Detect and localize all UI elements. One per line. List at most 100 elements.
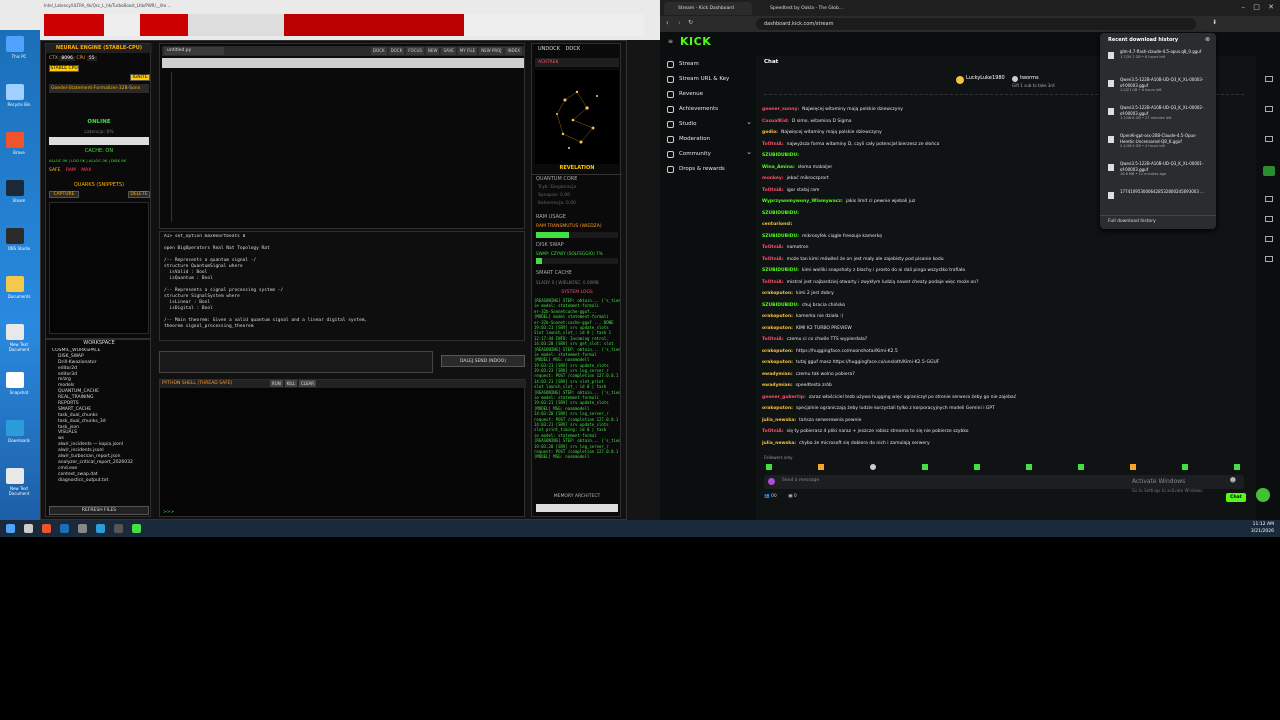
quarks-list[interactable]: [49, 202, 149, 334]
delete-button[interactable]: DELETE: [128, 191, 150, 198]
chat-message[interactable]: gooner_sunny: Najwięcej witaminy mają pol…: [762, 104, 1122, 115]
nav-item[interactable]: Community ⌄: [667, 148, 752, 161]
prompt-input[interactable]: [159, 351, 433, 373]
chat-message[interactable]: gooner_gubertip: zaraz właściciel tezb uż…: [762, 392, 1122, 403]
emote-icon[interactable]: [1026, 464, 1032, 470]
chat-username[interactable]: ToOtniA:: [762, 257, 784, 262]
nav-item[interactable]: Revenue: [667, 88, 752, 101]
chat-message[interactable]: SZUBIDUBIDU: chuj bracia chińsko: [762, 300, 1122, 311]
chat-username[interactable]: SZUBIDUBIDU:: [762, 303, 799, 308]
desktop-icon[interactable]: [6, 324, 24, 340]
chat-message[interactable]: monkey: jebać mikroczprort: [762, 173, 1122, 184]
taskbar-clock[interactable]: 11:12 AM 3/21/2026: [1251, 521, 1274, 535]
toolbar-icon[interactable]: [1265, 196, 1273, 202]
download-icon[interactable]: ⬇: [1212, 19, 1217, 26]
terminal-icon[interactable]: [96, 524, 105, 533]
emote-icon[interactable]: [1234, 464, 1240, 470]
chat-message[interactable]: orakoputon: KIMI K2 TURBO PREVIEW: [762, 323, 1122, 334]
chat-message[interactable]: Wyprzywomywony_Wlamywacz: jakis limit ci …: [762, 196, 1122, 207]
close-icon[interactable]: ✕: [1268, 3, 1274, 11]
nav-item[interactable]: Stream: [667, 58, 752, 71]
chat-message[interactable]: orakoputon: https://huggingface.co/moonsh…: [762, 346, 1122, 357]
emote-icon[interactable]: [1130, 464, 1136, 470]
chat-username[interactable]: orakoputon:: [762, 406, 793, 411]
editor-toolbar-button[interactable]: SAVE: [441, 47, 456, 55]
chat-message[interactable]: ewadymian: speedtesta zrób: [762, 380, 1122, 391]
toolbar-icon[interactable]: [1265, 236, 1273, 242]
ram-mode[interactable]: RAM: [66, 168, 76, 173]
chat-username[interactable]: ToOtniA:: [762, 280, 784, 285]
toolbar-icon[interactable]: [1265, 216, 1273, 222]
download-item[interactable]: Qwen3.5-122B-A10B-UD-Q3_K_XL-00001-of-00…: [1108, 161, 1204, 189]
chat-message[interactable]: ToOtniA: najwyższa forma witaminy D, czyl…: [762, 139, 1122, 150]
chat-username[interactable]: monkey:: [762, 176, 784, 181]
model-select[interactable]: Goedel-Statement-Formalizer-32B-Sonn: [49, 84, 149, 93]
chevron-down-icon[interactable]: ⌄: [746, 116, 752, 129]
desktop-icon[interactable]: [6, 420, 24, 436]
emote-icon[interactable]: [922, 464, 928, 470]
refresh-files-button[interactable]: REFRESH FILES: [49, 506, 149, 515]
chat-message[interactable]: orakoputon: tutaj gguf masz https://huggi…: [762, 357, 1122, 368]
cpu-value[interactable]: 55: [86, 56, 97, 61]
chat-username[interactable]: CasualKid:: [762, 119, 789, 124]
shell-button[interactable]: KILL: [284, 380, 297, 387]
nav-item[interactable]: Stream URL & Key: [667, 73, 752, 86]
chat-message[interactable]: ToOtniA: czemu ci co chwile TTS wypierdal…: [762, 334, 1122, 345]
chat-message[interactable]: SZUBIDUBIDU: kimi wolliki snapshoty z bla…: [762, 265, 1122, 276]
download-item[interactable]: glm-4.7-flash-claude-4.5-opus.q8_0.gguf 1…: [1108, 49, 1204, 77]
minimize-icon[interactable]: –: [1242, 3, 1246, 11]
emote-icon[interactable]: [1182, 464, 1188, 470]
chat-message[interactable]: Wina_Amina: słoma makaljer: [762, 162, 1122, 173]
chat-username[interactable]: orakoputon:: [762, 326, 793, 331]
chevron-down-icon[interactable]: ⌄: [746, 146, 752, 159]
chat-message[interactable]: ewadymian: czemu tak wolno pobiera?: [762, 369, 1122, 380]
menu-icon[interactable]: ≡: [668, 38, 673, 45]
nav-item[interactable]: Drops & rewards: [667, 163, 752, 176]
toolbar-icon[interactable]: [1265, 256, 1273, 262]
chat-username[interactable]: Wina_Amina:: [762, 165, 795, 170]
chat-username[interactable]: Wyprzywomywony_Wlamywacz:: [762, 199, 843, 204]
chat-username[interactable]: ewadymian:: [762, 372, 793, 377]
emote-icon[interactable]: [870, 464, 876, 470]
chat-username[interactable]: gooner_gubertip:: [762, 395, 806, 400]
download-item[interactable]: Qwen3.5-122B-A10B-UD-Q3_K_XL-00003-of-00…: [1108, 77, 1204, 105]
chat-message[interactable]: centurionsl:: [762, 219, 1122, 230]
chat-username[interactable]: orakoputon:: [762, 314, 793, 319]
close-icon[interactable]: ⊗: [1205, 36, 1210, 43]
emote-icon[interactable]: [818, 464, 824, 470]
app-icon[interactable]: [132, 524, 141, 533]
explorer-icon[interactable]: [60, 524, 69, 533]
dock-button[interactable]: DOCK: [566, 46, 581, 52]
editor-toolbar-button[interactable]: NEW PROJ: [479, 47, 504, 55]
desktop-icon[interactable]: [6, 228, 24, 244]
chat-message[interactable]: orakoputon: kamerka nie działa :(: [762, 311, 1122, 322]
desktop-icon[interactable]: [6, 372, 24, 388]
stable-cpu-toggle[interactable]: STABLE CPU: [49, 65, 79, 72]
forward-icon[interactable]: ›: [678, 19, 681, 27]
chat-username[interactable]: orakoputon:: [762, 291, 793, 296]
desktop-icon[interactable]: [6, 132, 24, 148]
chat-message[interactable]: SZUBIDUBIDU: mikrosyfek ciągle freezuje k…: [762, 231, 1122, 242]
steam-icon[interactable]: [114, 524, 123, 533]
emoji-icon[interactable]: ☻: [1230, 477, 1236, 484]
start-icon[interactable]: [6, 524, 15, 533]
toolbar-icon[interactable]: [1265, 136, 1273, 142]
actions-select[interactable]: ACKTREK: [535, 58, 619, 67]
editor-toolbar-button[interactable]: INDEX: [505, 47, 522, 55]
chat-username[interactable]: gooner_sunny:: [762, 107, 799, 112]
chat-username[interactable]: ToOtniA:: [762, 245, 784, 250]
chat-username[interactable]: ToOtniA:: [762, 142, 784, 147]
editor-toolbar-button[interactable]: NEW: [425, 47, 440, 55]
emote-icon[interactable]: [1078, 464, 1084, 470]
chat-username[interactable]: ToOtniA:: [762, 188, 784, 193]
memory-architect-input[interactable]: [536, 504, 618, 512]
chat-username[interactable]: SZUBIDUBIDU:: [762, 153, 799, 158]
chat-message[interactable]: SZUBIDUBIDU:: [762, 208, 1122, 219]
download-item[interactable]: Qwen3.5-122B-A10B-UD-Q3_K_XL-00002-of-00…: [1108, 105, 1204, 133]
emote-icon[interactable]: [766, 464, 772, 470]
chat-toolbar-icon[interactable]: [1263, 166, 1275, 176]
max-mode[interactable]: MAX: [81, 168, 91, 173]
chat-username[interactable]: SZUBIDUBIDU:: [762, 234, 799, 239]
chat-username[interactable]: ewadymian:: [762, 383, 793, 388]
kick-logo[interactable]: KICK: [680, 35, 711, 48]
